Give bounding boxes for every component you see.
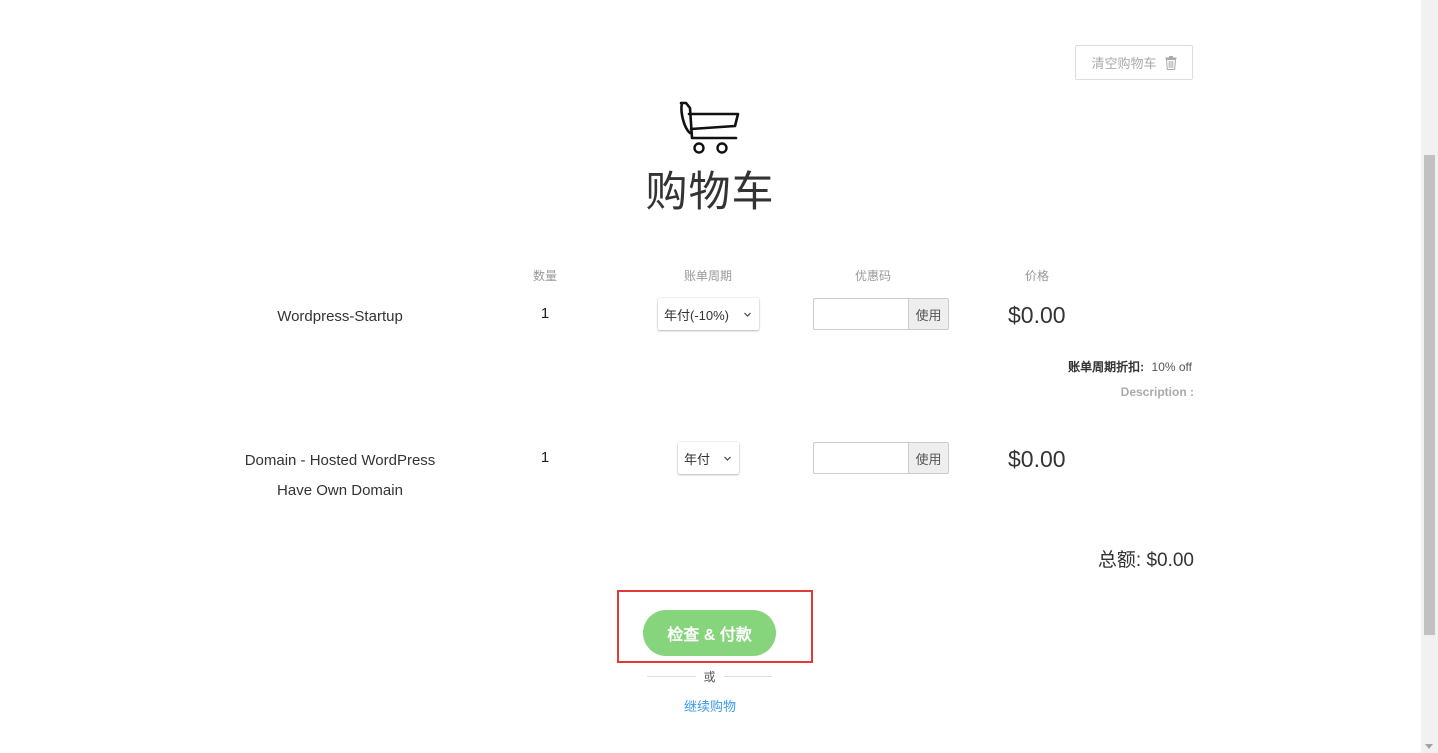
- scroll-down-arrow-icon[interactable]: [1425, 744, 1433, 749]
- cart-item-quantity: 1: [540, 449, 550, 466]
- cart-page: 清空购物车 购物车 数量 账单周期 优惠码 价格 Wordpress-Start…: [0, 0, 1438, 753]
- divider-line: [647, 675, 696, 677]
- clear-cart-label: 清空购物车: [1091, 56, 1157, 71]
- discount-value: 10% off: [1151, 360, 1192, 374]
- checkout-button[interactable]: 检查 & 付款: [643, 610, 776, 656]
- cart-item-name-line: Domain - Hosted WordPress: [244, 452, 436, 469]
- column-header-price: 价格: [1024, 269, 1049, 283]
- divider-line: [723, 675, 773, 677]
- billing-cycle-select[interactable]: 年付(-10%): [658, 298, 759, 330]
- description-label: Description :: [1120, 385, 1194, 399]
- trash-icon: [1165, 55, 1176, 70]
- cart-total: 总额: $0.00: [1097, 550, 1194, 571]
- clear-cart-button[interactable]: 清空购物车: [1075, 45, 1193, 80]
- cart-item-name: Domain - Hosted WordPress Have Own Domai…: [220, 446, 460, 506]
- column-header-quantity: 数量: [532, 269, 557, 283]
- promo-code-input[interactable]: [813, 298, 908, 330]
- promo-code-input[interactable]: [813, 442, 908, 474]
- scrollbar-thumb[interactable]: [1424, 155, 1435, 635]
- cart-item-price: $0.00: [1008, 302, 1066, 328]
- or-text: 或: [703, 669, 716, 684]
- column-header-promo-code: 优惠码: [854, 269, 891, 283]
- chevron-down-icon: [724, 456, 731, 461]
- cart-item-name-line: Have Own Domain: [277, 482, 403, 499]
- scrollbar[interactable]: [1421, 0, 1438, 753]
- billing-cycle-value: 年付: [684, 451, 711, 467]
- column-header-billing-cycle: 账单周期: [683, 269, 732, 283]
- shopping-cart-icon: [679, 101, 740, 154]
- continue-shopping-link[interactable]: 继续购物: [0, 696, 1420, 715]
- cart-item-name: Wordpress-Startup: [277, 308, 403, 325]
- billing-cycle-value: 年付(-10%): [664, 307, 730, 323]
- discount-label: 账单周期折扣:: [1068, 360, 1145, 374]
- cart-item-quantity: 1: [540, 305, 550, 322]
- billing-cycle-discount: 账单周期折扣: 10% off: [1068, 358, 1192, 375]
- promo-code-group: 使用: [813, 298, 949, 330]
- apply-promo-button[interactable]: 使用: [908, 298, 949, 330]
- page-title: 购物车: [645, 168, 775, 215]
- cart-item-price: $0.00: [1008, 446, 1066, 472]
- apply-promo-button[interactable]: 使用: [908, 442, 949, 474]
- chevron-down-icon: [744, 312, 751, 317]
- billing-cycle-select[interactable]: 年付: [678, 442, 739, 474]
- or-divider: 或: [647, 668, 773, 684]
- promo-code-group: 使用: [813, 442, 949, 474]
